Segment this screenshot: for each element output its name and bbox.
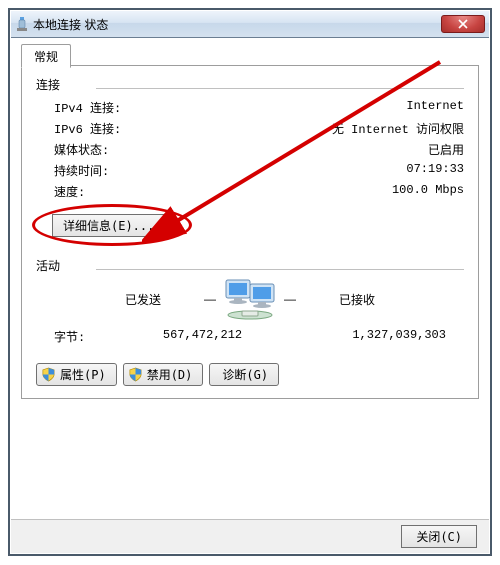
- shield-icon: [41, 367, 56, 382]
- disable-button[interactable]: 禁用(D): [123, 363, 204, 386]
- divider: [96, 88, 464, 89]
- diagnose-button-label: 诊断(G): [222, 366, 268, 383]
- tab-general[interactable]: 常规: [21, 44, 71, 68]
- network-computers-icon: [222, 278, 278, 320]
- bytes-label: 字节:: [54, 328, 85, 345]
- ipv6-value: 无 Internet 访问权限: [332, 120, 464, 137]
- connection-group-label: 连接: [36, 76, 464, 93]
- connection-group: 连接 IPv4 连接: Internet IPv6 连接: 无 Internet…: [36, 76, 464, 241]
- media-state-value: 已启用: [428, 141, 464, 158]
- received-bytes-value: 1,327,039,303: [296, 328, 446, 345]
- dialog-footer: 关闭(C): [11, 519, 489, 553]
- duration-value: 07:19:33: [406, 162, 464, 179]
- activity-group: 活动 已发送 —: [36, 257, 464, 345]
- tab-strip: 常规: [21, 44, 479, 66]
- ipv4-label: IPv4 连接:: [54, 99, 121, 116]
- properties-button[interactable]: 属性(P): [36, 363, 117, 386]
- sent-label: 已发送: [88, 291, 198, 308]
- properties-button-label: 属性(P): [60, 366, 106, 383]
- shield-icon: [128, 367, 143, 382]
- speed-label: 速度:: [54, 183, 85, 200]
- diagnose-button[interactable]: 诊断(G): [209, 363, 279, 386]
- close-button[interactable]: 关闭(C): [401, 525, 477, 548]
- window-close-button[interactable]: [441, 15, 485, 33]
- speed-value: 100.0 Mbps: [392, 183, 464, 200]
- tab-panel-general: 连接 IPv4 连接: Internet IPv6 连接: 无 Internet…: [21, 65, 479, 399]
- ipv4-value: Internet: [406, 99, 464, 116]
- dash-icon: —: [198, 292, 222, 306]
- received-label: 已接收: [302, 291, 412, 308]
- divider: [96, 269, 464, 270]
- ipv6-label: IPv6 连接:: [54, 120, 121, 137]
- disable-button-label: 禁用(D): [147, 366, 193, 383]
- dash-icon: —: [278, 292, 302, 306]
- window-title: 本地连接 状态: [33, 16, 441, 33]
- network-adapter-icon: [17, 17, 27, 31]
- titlebar: 本地连接 状态: [11, 11, 489, 38]
- duration-label: 持续时间:: [54, 162, 109, 179]
- activity-group-label: 活动: [36, 257, 464, 274]
- close-icon: [458, 19, 468, 29]
- action-button-row: 属性(P) 禁用(D) 诊断(G): [36, 363, 464, 386]
- details-button[interactable]: 详细信息(E)...: [52, 214, 165, 237]
- media-state-label: 媒体状态:: [54, 141, 109, 158]
- sent-bytes-value: 567,472,212: [92, 328, 242, 345]
